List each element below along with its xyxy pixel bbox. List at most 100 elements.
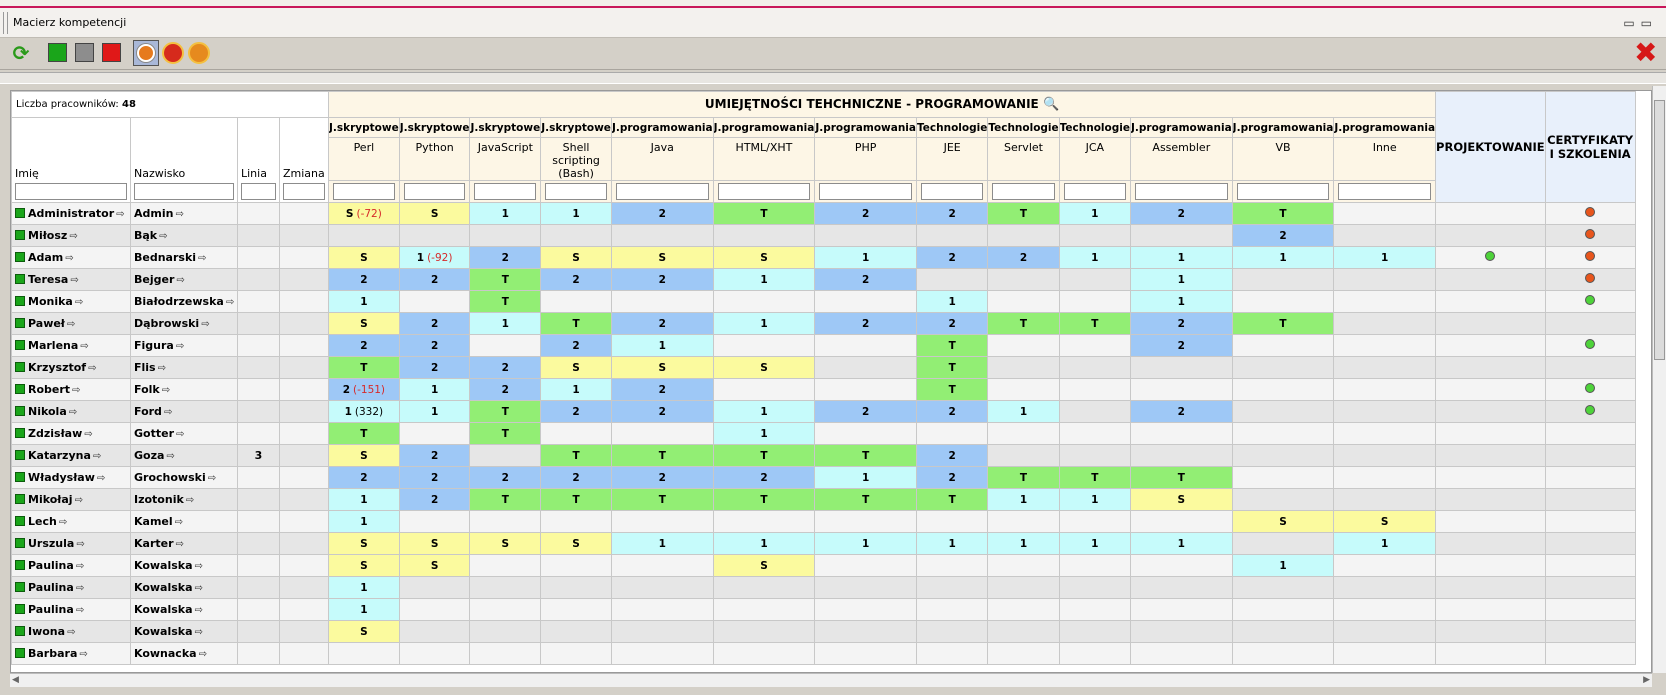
skill-level-cell[interactable] — [1058, 554, 1131, 577]
skill-level-cell[interactable] — [814, 576, 917, 599]
last-name-cell[interactable]: Admin ⇨ — [130, 202, 238, 225]
last-name-cell[interactable]: Białodrzewska ⇨ — [130, 290, 238, 313]
design-cell[interactable] — [1435, 224, 1546, 247]
skill-level-cell[interactable]: 2 — [328, 268, 400, 291]
design-cell[interactable] — [1435, 576, 1546, 599]
skill-level-cell[interactable]: 2 — [469, 246, 542, 269]
skill-level-cell[interactable] — [1333, 598, 1437, 621]
skill-level-cell[interactable]: T — [469, 488, 542, 511]
shift-filter[interactable] — [283, 183, 325, 200]
skill-level-cell[interactable] — [987, 334, 1060, 357]
skill-level-cell[interactable] — [1231, 422, 1335, 445]
skill-level-cell[interactable]: 2 — [814, 312, 917, 335]
skill-level-cell[interactable] — [915, 598, 989, 621]
skill-level-cell[interactable] — [1333, 224, 1437, 247]
open-arrow-icon[interactable]: ⇨ — [80, 341, 88, 352]
skill-level-cell[interactable]: 2 — [712, 466, 816, 489]
skill-level-cell[interactable]: 2 — [814, 268, 917, 291]
last-name-cell[interactable]: Kowalska ⇨ — [130, 620, 238, 643]
open-arrow-icon[interactable]: ⇨ — [76, 561, 84, 572]
skill-level-cell[interactable] — [987, 224, 1060, 247]
design-cell[interactable] — [1435, 532, 1546, 555]
skill-level-cell[interactable]: S — [1129, 488, 1233, 511]
skill-name-header[interactable]: PHP — [814, 137, 917, 181]
skill-level-cell[interactable]: T — [469, 268, 542, 291]
skill-level-cell[interactable]: 1 — [469, 312, 542, 335]
skill-level-cell[interactable]: T — [814, 444, 917, 467]
open-arrow-icon[interactable]: ⇨ — [176, 341, 184, 352]
horizontal-scrollbar[interactable]: ◀ ▶ — [10, 673, 1652, 687]
last-name-cell[interactable]: Flis ⇨ — [130, 356, 238, 379]
open-arrow-icon[interactable]: ⇨ — [164, 407, 172, 418]
skill-level-cell[interactable] — [1129, 224, 1233, 247]
drag-grip-icon[interactable] — [3, 12, 8, 34]
skill-level-cell[interactable] — [712, 290, 816, 313]
skill-level-cell[interactable]: 2 — [398, 356, 471, 379]
skill-level-cell[interactable]: 1 — [712, 268, 816, 291]
skill-level-cell[interactable]: T — [915, 378, 989, 401]
skill-level-cell[interactable] — [540, 642, 612, 665]
skill-level-cell[interactable] — [1058, 334, 1131, 357]
skill-filter-input[interactable] — [819, 183, 912, 200]
skill-level-cell[interactable]: S — [398, 554, 471, 577]
open-arrow-icon[interactable]: ⇨ — [75, 495, 83, 506]
last-name-cell[interactable]: Kownacka ⇨ — [130, 642, 238, 665]
skill-level-cell[interactable]: 1 — [328, 576, 400, 599]
open-arrow-icon[interactable]: ⇨ — [72, 385, 80, 396]
last-name-cell[interactable]: Bednarski ⇨ — [130, 246, 238, 269]
first-name-cell[interactable]: Iwona ⇨ — [11, 620, 131, 643]
skill-level-cell[interactable]: 1 — [469, 202, 542, 225]
skill-level-cell[interactable]: T — [814, 488, 917, 511]
skill-level-cell[interactable]: 1 — [398, 378, 471, 401]
skill-level-cell[interactable]: S — [328, 554, 400, 577]
restore-icon[interactable]: ▭ — [1641, 16, 1658, 30]
skill-level-cell[interactable] — [1333, 400, 1437, 423]
skill-level-cell[interactable]: 2 — [610, 378, 714, 401]
line-filter[interactable] — [241, 183, 276, 200]
skill-level-cell[interactable]: S — [398, 202, 471, 225]
skill-level-cell[interactable] — [987, 356, 1060, 379]
skill-level-cell[interactable] — [469, 444, 542, 467]
skill-level-cell[interactable]: 2 — [398, 334, 471, 357]
skill-level-cell[interactable] — [610, 510, 714, 533]
skill-level-cell[interactable]: 2 — [915, 312, 989, 335]
skill-level-cell[interactable]: 1 — [1058, 246, 1131, 269]
skill-level-cell[interactable] — [1231, 642, 1335, 665]
skill-level-cell[interactable] — [540, 576, 612, 599]
vertical-scrollbar[interactable] — [1652, 86, 1666, 673]
skill-level-cell[interactable]: 1 — [987, 488, 1060, 511]
certificates-cell[interactable] — [1544, 378, 1636, 401]
skill-level-cell[interactable] — [328, 642, 400, 665]
skill-level-cell[interactable]: S — [328, 246, 400, 269]
first-name-cell[interactable]: Miłosz ⇨ — [11, 224, 131, 247]
first-name-cell[interactable]: Paulina ⇨ — [11, 576, 131, 599]
skill-level-cell[interactable]: 2 — [328, 334, 400, 357]
skill-level-cell[interactable] — [987, 378, 1060, 401]
skill-level-cell[interactable]: 1 — [1333, 246, 1437, 269]
open-arrow-icon[interactable]: ⇨ — [67, 627, 75, 638]
open-arrow-icon[interactable]: ⇨ — [97, 473, 105, 484]
skill-level-cell[interactable]: S (-72) — [328, 202, 400, 225]
design-cell[interactable] — [1435, 642, 1546, 665]
skill-level-cell[interactable]: 1 — [987, 400, 1060, 423]
skill-filter-input[interactable] — [1338, 183, 1432, 200]
skill-level-cell[interactable] — [814, 290, 917, 313]
certificates-cell[interactable] — [1544, 202, 1636, 225]
skill-level-cell[interactable] — [540, 224, 612, 247]
skill-level-cell[interactable] — [987, 598, 1060, 621]
skill-level-cell[interactable]: 2 — [915, 444, 989, 467]
skill-level-cell[interactable] — [1058, 356, 1131, 379]
skill-level-cell[interactable]: T — [915, 356, 989, 379]
last-name-cell[interactable]: Folk ⇨ — [130, 378, 238, 401]
skill-level-cell[interactable]: 1 — [712, 312, 816, 335]
last-name-cell[interactable]: Ford ⇨ — [130, 400, 238, 423]
skill-level-cell[interactable]: S — [398, 532, 471, 555]
skill-level-cell[interactable] — [814, 422, 917, 445]
first-name-cell[interactable]: Monika ⇨ — [11, 290, 131, 313]
certificates-cell[interactable] — [1544, 224, 1636, 247]
skill-level-cell[interactable] — [469, 224, 542, 247]
skill-level-cell[interactable] — [1333, 422, 1437, 445]
skill-level-cell[interactable] — [1129, 510, 1233, 533]
skill-level-cell[interactable] — [915, 642, 989, 665]
skill-level-cell[interactable] — [1333, 642, 1437, 665]
